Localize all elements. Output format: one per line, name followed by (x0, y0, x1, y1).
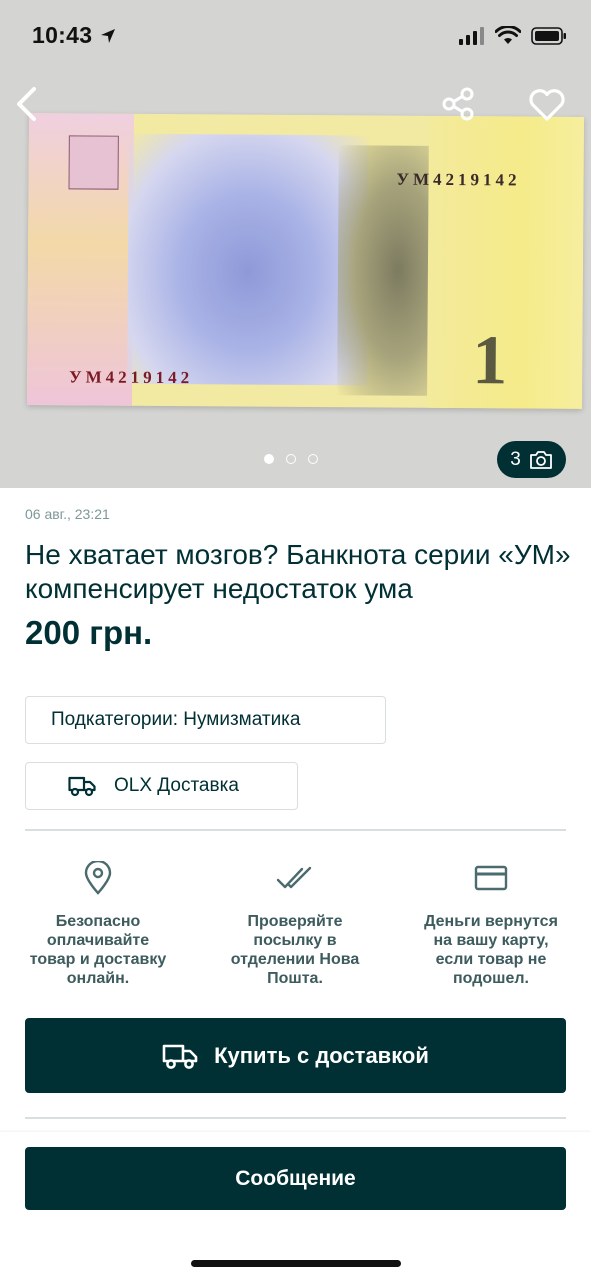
back-button[interactable] (8, 84, 44, 124)
pagination-dot[interactable] (286, 454, 296, 464)
posted-date: 06 авг., 23:21 (25, 506, 110, 522)
location-arrow-icon (101, 29, 115, 43)
benefit-text: Безопасно оплачивайте товар и доставку о… (29, 913, 167, 987)
chevron-left-icon (17, 87, 36, 121)
bank-emblem (68, 135, 119, 190)
signal-icon (459, 26, 484, 45)
photo-gallery[interactable]: УМ4219142 УМ4219142 1 (0, 0, 591, 488)
benefit-item: Деньги вернутся на вашу карту, если това… (416, 858, 566, 988)
share-button[interactable] (436, 84, 480, 124)
banknote-vignette (127, 133, 369, 386)
delivery-benefits: Безопасно оплачивайте товар и доставку о… (25, 858, 566, 1008)
delivery-truck-icon (68, 776, 96, 797)
status-icons (459, 26, 567, 45)
buy-with-delivery-button[interactable]: Купить с доставкой (25, 1018, 566, 1093)
divider (25, 829, 566, 831)
olx-delivery-label: OLX Доставка (114, 775, 239, 796)
message-label: Сообщение (235, 1166, 356, 1190)
status-time: 10:43 (32, 22, 93, 48)
benefit-text: Проверяйте посылку в отделении Нова Пошт… (230, 913, 360, 987)
olx-delivery-chip[interactable]: OLX Доставка (25, 762, 298, 810)
delivery-truck-icon (162, 1044, 198, 1069)
divider (25, 1117, 566, 1119)
banknote-denomination: 1 (472, 322, 508, 400)
subcategory-label: Подкатегории: Нумизматика (51, 709, 301, 730)
pagination-dot[interactable] (264, 454, 274, 464)
buy-with-delivery-label: Купить с доставкой (214, 1042, 429, 1068)
heart-icon (529, 89, 565, 121)
photo-count-badge[interactable]: 3 (497, 441, 566, 478)
favorite-button[interactable] (524, 84, 570, 126)
double-check-icon (276, 866, 312, 889)
photo-count: 3 (510, 448, 521, 470)
message-button[interactable]: Сообщение (25, 1147, 566, 1210)
ad-price: 200 грн. (25, 614, 153, 651)
benefit-item: Безопасно оплачивайте товар и доставку о… (23, 858, 173, 988)
camera-icon (529, 450, 552, 469)
gallery-pagination (264, 454, 318, 464)
banknote-serial-top: УМ4219142 (396, 169, 521, 190)
share-icon (442, 87, 474, 121)
wifi-icon (495, 26, 521, 44)
pagination-dot[interactable] (308, 454, 318, 464)
benefit-item: Проверяйте посылку в отделении Нова Пошт… (220, 858, 370, 988)
subcategory-chip[interactable]: Подкатегории: Нумизматика (25, 696, 386, 744)
credit-card-icon (474, 865, 508, 891)
location-pin-icon (84, 861, 112, 895)
battery-icon (531, 26, 566, 45)
benefit-text: Деньги вернутся на вашу карту, если това… (424, 913, 558, 987)
ad-title: Не хватает мозгов? Банкнота серии «УМ» к… (25, 539, 571, 604)
banknote-serial-bottom: УМ4219142 (69, 367, 194, 388)
banknote-photo: УМ4219142 УМ4219142 1 (26, 113, 585, 409)
status-bar: 10:43 (0, 0, 591, 70)
home-indicator[interactable] (191, 1260, 401, 1267)
